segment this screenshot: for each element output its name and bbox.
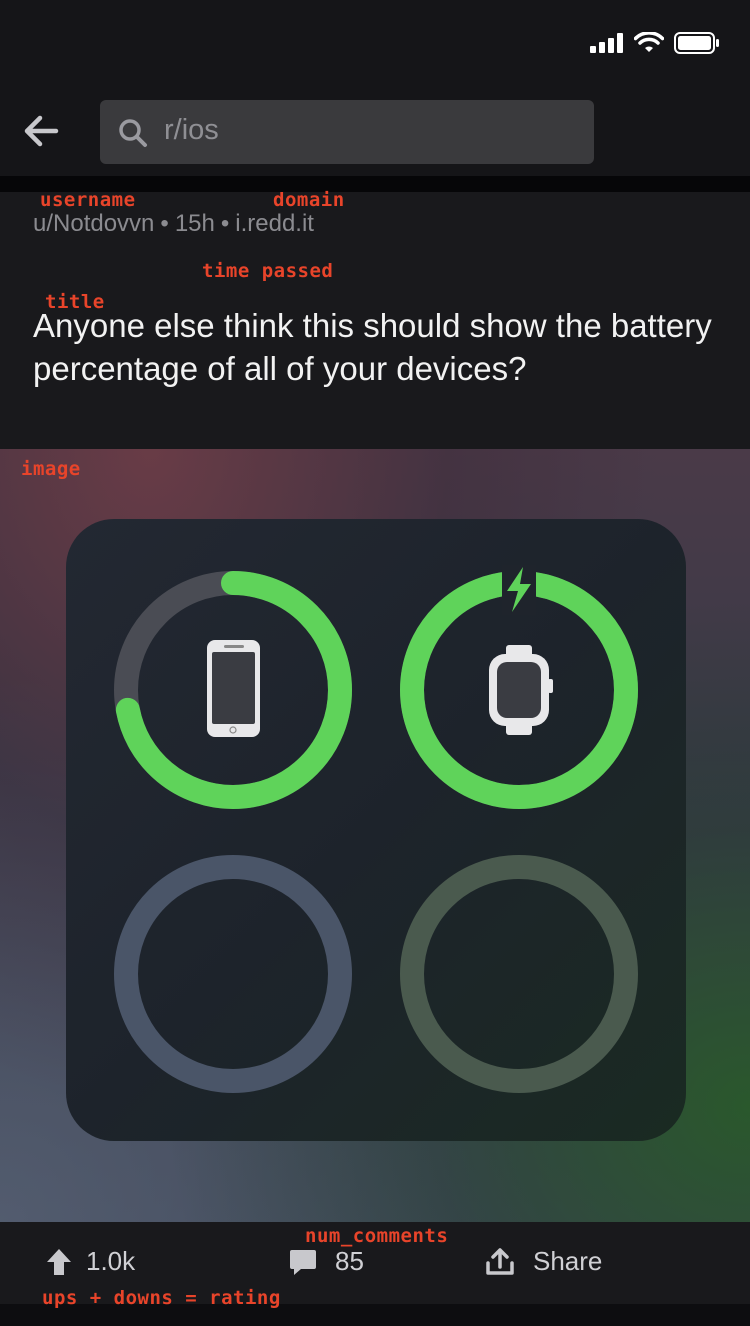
wifi-icon [634, 32, 664, 52]
post-header: u/Notdovvn • 15h • i.redd.it Anyone else thi… [0, 192, 750, 449]
battery-widget-graphic [114, 565, 638, 1093]
annotation-username: username [40, 189, 136, 211]
battery-ring-watch [400, 565, 638, 809]
search-icon [119, 119, 147, 147]
comments-button[interactable]: 85 [289, 1246, 364, 1277]
upvote-arrow-icon [47, 1248, 71, 1275]
time-passed: 15h [174, 210, 215, 237]
post-meta: u/Notdovvn • 15h • i.redd.it [33, 210, 314, 238]
header-bar: r/ios [0, 90, 750, 177]
iphone-icon [207, 640, 260, 737]
annotation-rating: ups + downs = rating [42, 1287, 281, 1309]
ups-count: 1.0k [86, 1246, 136, 1276]
arrow-left-icon [24, 115, 59, 147]
meta-separator: • [220, 210, 230, 237]
cellular-signal-icon [590, 33, 623, 53]
username-link[interactable]: u/Notdovvn [33, 210, 154, 237]
upvote-button[interactable]: 1.0k [46, 1246, 135, 1277]
status-icons [590, 32, 720, 54]
num-comments: 85 [335, 1246, 364, 1276]
battery-widget [66, 519, 686, 1141]
empty-battery-ring [114, 855, 352, 1093]
domain-link[interactable]: i.redd.it [235, 210, 314, 237]
search-input[interactable]: r/ios [100, 100, 594, 164]
search-value: r/ios [164, 114, 219, 146]
status-bar [0, 0, 750, 90]
share-icon [486, 1247, 514, 1275]
annotation-image: image [21, 458, 81, 480]
annotation-domain: domain [273, 189, 345, 211]
meta-separator: • [160, 210, 169, 237]
apple-watch-icon [489, 645, 553, 735]
comment-bubble-icon [290, 1249, 316, 1275]
share-button[interactable]: Share [485, 1246, 602, 1277]
post-image[interactable] [0, 449, 750, 1222]
post-title[interactable]: Anyone else think this should show the b… [33, 304, 723, 390]
back-button[interactable] [20, 110, 62, 152]
annotation-title: title [45, 291, 105, 313]
share-label: Share [533, 1246, 603, 1276]
empty-battery-ring [400, 855, 638, 1093]
battery-icon [674, 32, 719, 54]
annotation-time-passed: time passed [202, 260, 334, 282]
annotation-num-comments: num_comments [305, 1225, 449, 1247]
charging-bolt-icon [502, 565, 536, 615]
battery-ring-iphone [114, 571, 352, 809]
